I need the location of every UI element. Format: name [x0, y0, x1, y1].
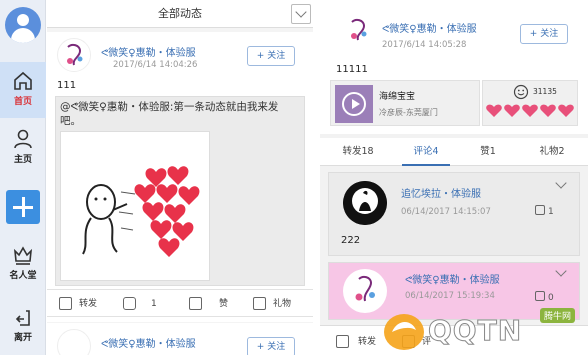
repost-image[interactable] [60, 131, 210, 281]
detail-tabs: 转发18 评论4 赞1 礼物2 [320, 138, 588, 166]
watermark-badge: 腾牛网 [540, 308, 576, 323]
gift-card[interactable]: 31135 [482, 80, 578, 126]
follow-button[interactable]: + 关注 [247, 46, 295, 66]
gift-icon [253, 297, 266, 310]
comment-count: 1 [151, 299, 157, 309]
nav-home-label: 首页 [13, 97, 32, 107]
nav-exit-label: 离开 [13, 333, 32, 343]
chevron-down-icon [295, 6, 307, 18]
tab-gift[interactable]: 礼物2 [528, 138, 576, 166]
repost-label: 转发 [358, 337, 377, 347]
gift-button[interactable]: 礼物 [253, 290, 309, 318]
nav-profile[interactable]: 主页 [0, 128, 46, 178]
comment-avatar[interactable] [343, 181, 387, 225]
comment-item: 追忆埃拉・体验服 06/14/2017 14:15:07 1 222 [328, 172, 580, 256]
feed-post: ᕙ微笑♀惠勒・体验服 2017/6/14 14:04:26 + 关注 111 @… [47, 32, 313, 322]
gift-label: 礼物 [273, 299, 292, 309]
feed-title: 全部动态 [158, 7, 202, 20]
post-author-name[interactable]: ᕙ微笑♀惠勒・体验服 [101, 335, 196, 350]
like-button[interactable]: 赞 [189, 290, 233, 318]
post-action-bar: 转发 1 赞 礼物 [47, 289, 313, 317]
watermark-brand: QQTN [427, 314, 523, 348]
user-avatar[interactable] [5, 7, 41, 43]
tab-repost[interactable]: 转发18 [334, 138, 382, 166]
feed-panel: 全部动态 ᕙ微笑♀惠勒・体验服 2017/6/14 14:04:26 + 关注 … [47, 0, 313, 355]
gift-count: 31135 [533, 87, 557, 96]
comment-text: 222 [341, 235, 361, 246]
thumbs-up-icon [189, 297, 202, 310]
chevron-down-icon[interactable] [555, 265, 567, 277]
repost-icon [59, 297, 72, 310]
hearts-icon [486, 104, 574, 117]
detail-post: ᕙ微笑♀惠勒・体验服 2017/6/14 14:05:28 + 关注 11111… [320, 0, 588, 134]
comment-like-count: 1 [548, 207, 554, 217]
user-icon [14, 129, 32, 149]
nav-home[interactable]: 首页 [0, 62, 46, 118]
silhouette-avatar-icon [343, 181, 387, 225]
site-watermark: QQTN com 腾牛网 [378, 300, 588, 355]
detail-timestamp: 2017/6/14 14:05:28 [382, 40, 467, 50]
avatar-art-icon [351, 18, 367, 41]
avatar-art-icon [59, 40, 90, 71]
comment-like[interactable]: 1 [535, 205, 554, 217]
detail-author-name[interactable]: ᕙ微笑♀惠勒・体验服 [382, 20, 477, 35]
repost-icon [336, 335, 349, 348]
post-timestamp: 2017/6/14 14:04:26 [113, 60, 198, 70]
thumbs-up-icon [535, 205, 545, 215]
nav-hall-of-fame-label: 名人堂 [9, 271, 37, 281]
follow-button[interactable]: + 关注 [520, 24, 568, 44]
tab-like[interactable]: 赞1 [468, 138, 508, 166]
exit-icon [15, 310, 30, 326]
repost-label: 转发 [79, 299, 98, 309]
feed-post: ᕙ微笑♀惠勒・体验服 + 关注 [47, 323, 313, 355]
chevron-down-icon[interactable] [555, 177, 567, 189]
tab-comment[interactable]: 评论4 [402, 138, 450, 166]
sidebar: 首页 主页 名人堂 离开 [0, 0, 46, 355]
post-author-avatar[interactable] [57, 38, 91, 72]
comment-icon [123, 297, 136, 310]
nav-profile-label: 主页 [13, 155, 32, 165]
crown-icon [13, 246, 33, 265]
music-cover [335, 85, 373, 123]
comment-author[interactable]: 追忆埃拉・体验服 [401, 185, 481, 200]
music-artist: 冷彦辰-东莞厦门 [379, 108, 438, 117]
like-label: 赞 [219, 299, 229, 309]
music-title: 海绵宝宝 [379, 92, 416, 102]
reposted-content[interactable]: @ᕙ微笑♀惠勒・体验服:第一条动态就由我来发吧。 [55, 96, 305, 286]
play-icon[interactable] [342, 92, 366, 116]
comment-author[interactable]: ᕙ微笑♀惠勒・体验服 [405, 271, 500, 286]
repost-text: @ᕙ微笑♀惠勒・体验服:第一条动态就由我来发吧。 [60, 101, 279, 127]
feed-filter-dropdown[interactable] [291, 4, 311, 24]
watermark-domain: com [550, 330, 572, 341]
repost-button[interactable]: 转发 [59, 290, 109, 318]
heart-sticker-image [82, 166, 200, 257]
comment-button[interactable]: 1 [123, 290, 167, 318]
music-card[interactable]: 海绵宝宝 冷彦辰-东莞厦门 [330, 80, 480, 126]
post-content: 111 [57, 80, 77, 91]
detail-content: 11111 [336, 64, 368, 75]
detail-author-avatar[interactable] [342, 14, 376, 48]
follow-button[interactable]: + 关注 [247, 337, 295, 355]
nav-exit[interactable]: 离开 [0, 308, 46, 354]
add-post-button[interactable] [6, 190, 40, 224]
nav-hall-of-fame[interactable]: 名人堂 [0, 244, 46, 294]
feed-header: 全部动态 [47, 0, 313, 28]
home-icon [14, 71, 32, 90]
post-author-avatar[interactable] [57, 329, 91, 355]
comment-time: 06/14/2017 14:15:07 [401, 207, 491, 217]
smiley-icon [513, 84, 529, 100]
post-author-name[interactable]: ᕙ微笑♀惠勒・体验服 [101, 44, 196, 59]
